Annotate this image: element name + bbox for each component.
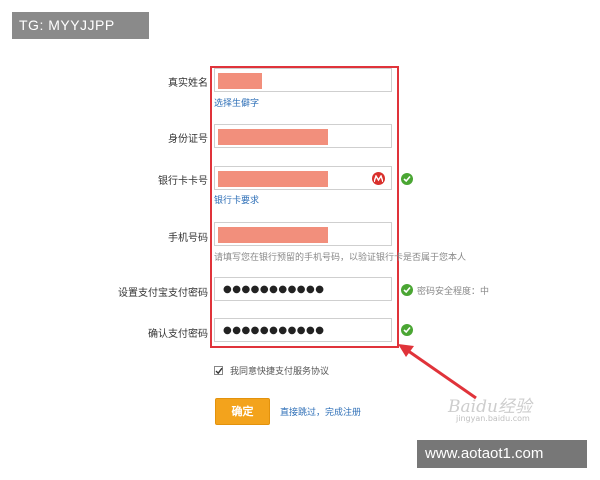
set-password-check-icon (401, 284, 413, 296)
confirm-password-label: 确认支付密码 (148, 329, 208, 340)
watermark-top: TG: MYYJJPP (12, 12, 149, 39)
agreement-checkbox[interactable] (214, 366, 223, 375)
confirm-password-value: ●●●●●●●●●●● (223, 325, 325, 336)
rare-character-link[interactable]: 选择生僻字 (214, 96, 259, 109)
confirm-button[interactable]: 确定 (215, 398, 270, 425)
id-number-input[interactable] (214, 124, 392, 148)
set-password-input[interactable]: ●●●●●●●●●●● (214, 277, 392, 301)
bank-card-check-icon (401, 173, 413, 185)
agreement-label: 我同意快捷支付服务协议 (230, 367, 330, 377)
password-strength: 密码安全程度：中 (417, 287, 490, 297)
skip-registration-link[interactable]: 直接跳过，完成注册 (280, 405, 361, 418)
name-label: 真实姓名 (168, 78, 208, 89)
phone-input[interactable] (214, 222, 392, 246)
bank-card-requirements-link[interactable]: 银行卡要求 (214, 193, 259, 206)
id-number-label: 身份证号 (168, 134, 208, 145)
bank-card-input[interactable] (214, 166, 392, 190)
redacted-name (218, 73, 262, 89)
watermark-bottom: www.aotaot1.com (417, 440, 587, 468)
confirm-password-check-icon (401, 324, 413, 336)
set-password-label: 设置支付宝支付密码 (118, 288, 208, 299)
agreement-row[interactable]: 我同意快捷支付服务协议 (214, 364, 329, 377)
redacted-id-number (218, 129, 328, 145)
name-input[interactable] (214, 68, 392, 92)
bank-logo-icon (372, 172, 385, 185)
confirm-password-input[interactable]: ●●●●●●●●●●● (214, 318, 392, 342)
phone-label: 手机号码 (168, 233, 208, 244)
redacted-bank-card (218, 171, 328, 187)
baidu-watermark-url: jingyan.baidu.com (456, 414, 530, 423)
bank-card-label: 银行卡卡号 (158, 176, 208, 187)
redacted-phone (218, 227, 328, 243)
phone-hint: 请填写您在银行预留的手机号码，以验证银行卡是否属于您本人 (214, 253, 467, 263)
set-password-value: ●●●●●●●●●●● (223, 284, 325, 295)
